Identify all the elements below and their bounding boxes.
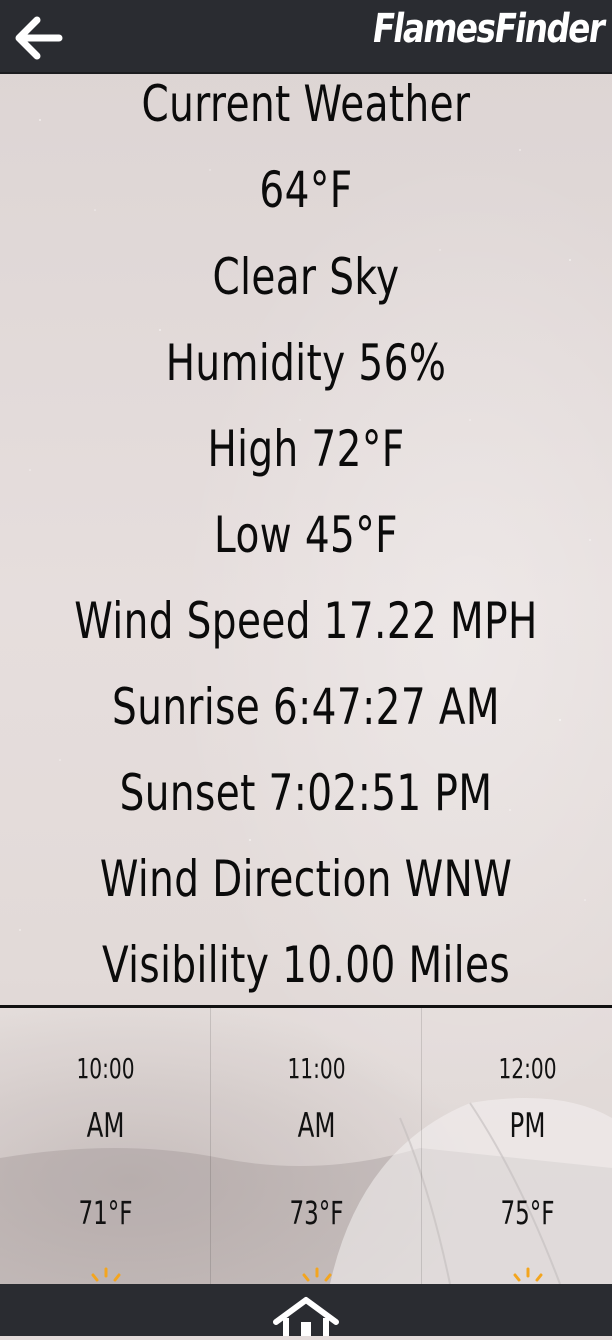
app-title: FlamesFinder [369, 6, 608, 52]
wind-direction: Wind Direction WNW [99, 850, 513, 908]
high-temperature: High 72°F [207, 420, 405, 478]
hour-temperature: 71°F [78, 1194, 133, 1232]
back-button[interactable] [10, 10, 66, 66]
hour-ampm: AM [297, 1106, 336, 1146]
current-weather-panel: Current Weather 64°F Clear Sky Humidity … [0, 74, 612, 1006]
top-app-bar: FlamesFinder [0, 0, 612, 74]
sunrise-time: Sunrise 6:47:27 AM [112, 678, 500, 736]
hour-ampm: AM [86, 1106, 125, 1146]
hour-time: 12:00 [498, 1052, 557, 1085]
hourly-card[interactable]: 12:00 PM 75°F [422, 1008, 612, 1284]
wind-speed: Wind Speed 17.22 MPH [74, 592, 538, 650]
arrow-left-icon [15, 16, 63, 60]
humidity-value: Humidity 56% [165, 334, 447, 392]
hourly-card[interactable]: 11:00 AM 73°F [211, 1008, 422, 1284]
sunset-time: Sunset 7:02:51 PM [119, 764, 493, 822]
hour-time: 10:00 [76, 1052, 135, 1085]
sun-icon [302, 1267, 332, 1282]
hour-time: 11:00 [287, 1052, 346, 1085]
current-weather-heading: Current Weather [141, 75, 471, 133]
low-temperature: Low 45°F [214, 506, 398, 564]
bottom-nav-bar [0, 1284, 612, 1336]
weather-condition: Clear Sky [212, 248, 400, 306]
sun-icon [91, 1267, 121, 1282]
home-button[interactable] [272, 1296, 340, 1336]
hour-temperature: 75°F [500, 1194, 555, 1232]
hour-temperature: 73°F [289, 1194, 344, 1232]
hourly-card[interactable]: 10:00 AM 71°F [0, 1008, 211, 1284]
hourly-forecast-strip[interactable]: 10:00 AM 71°F 11:00 AM 73°F 12:00 PM 75°… [0, 1008, 612, 1284]
hour-ampm: PM [509, 1106, 546, 1146]
current-temperature: 64°F [259, 161, 353, 219]
visibility-value: Visibility 10.00 Miles [101, 936, 511, 994]
home-icon [273, 1297, 339, 1336]
sun-icon [513, 1267, 543, 1282]
